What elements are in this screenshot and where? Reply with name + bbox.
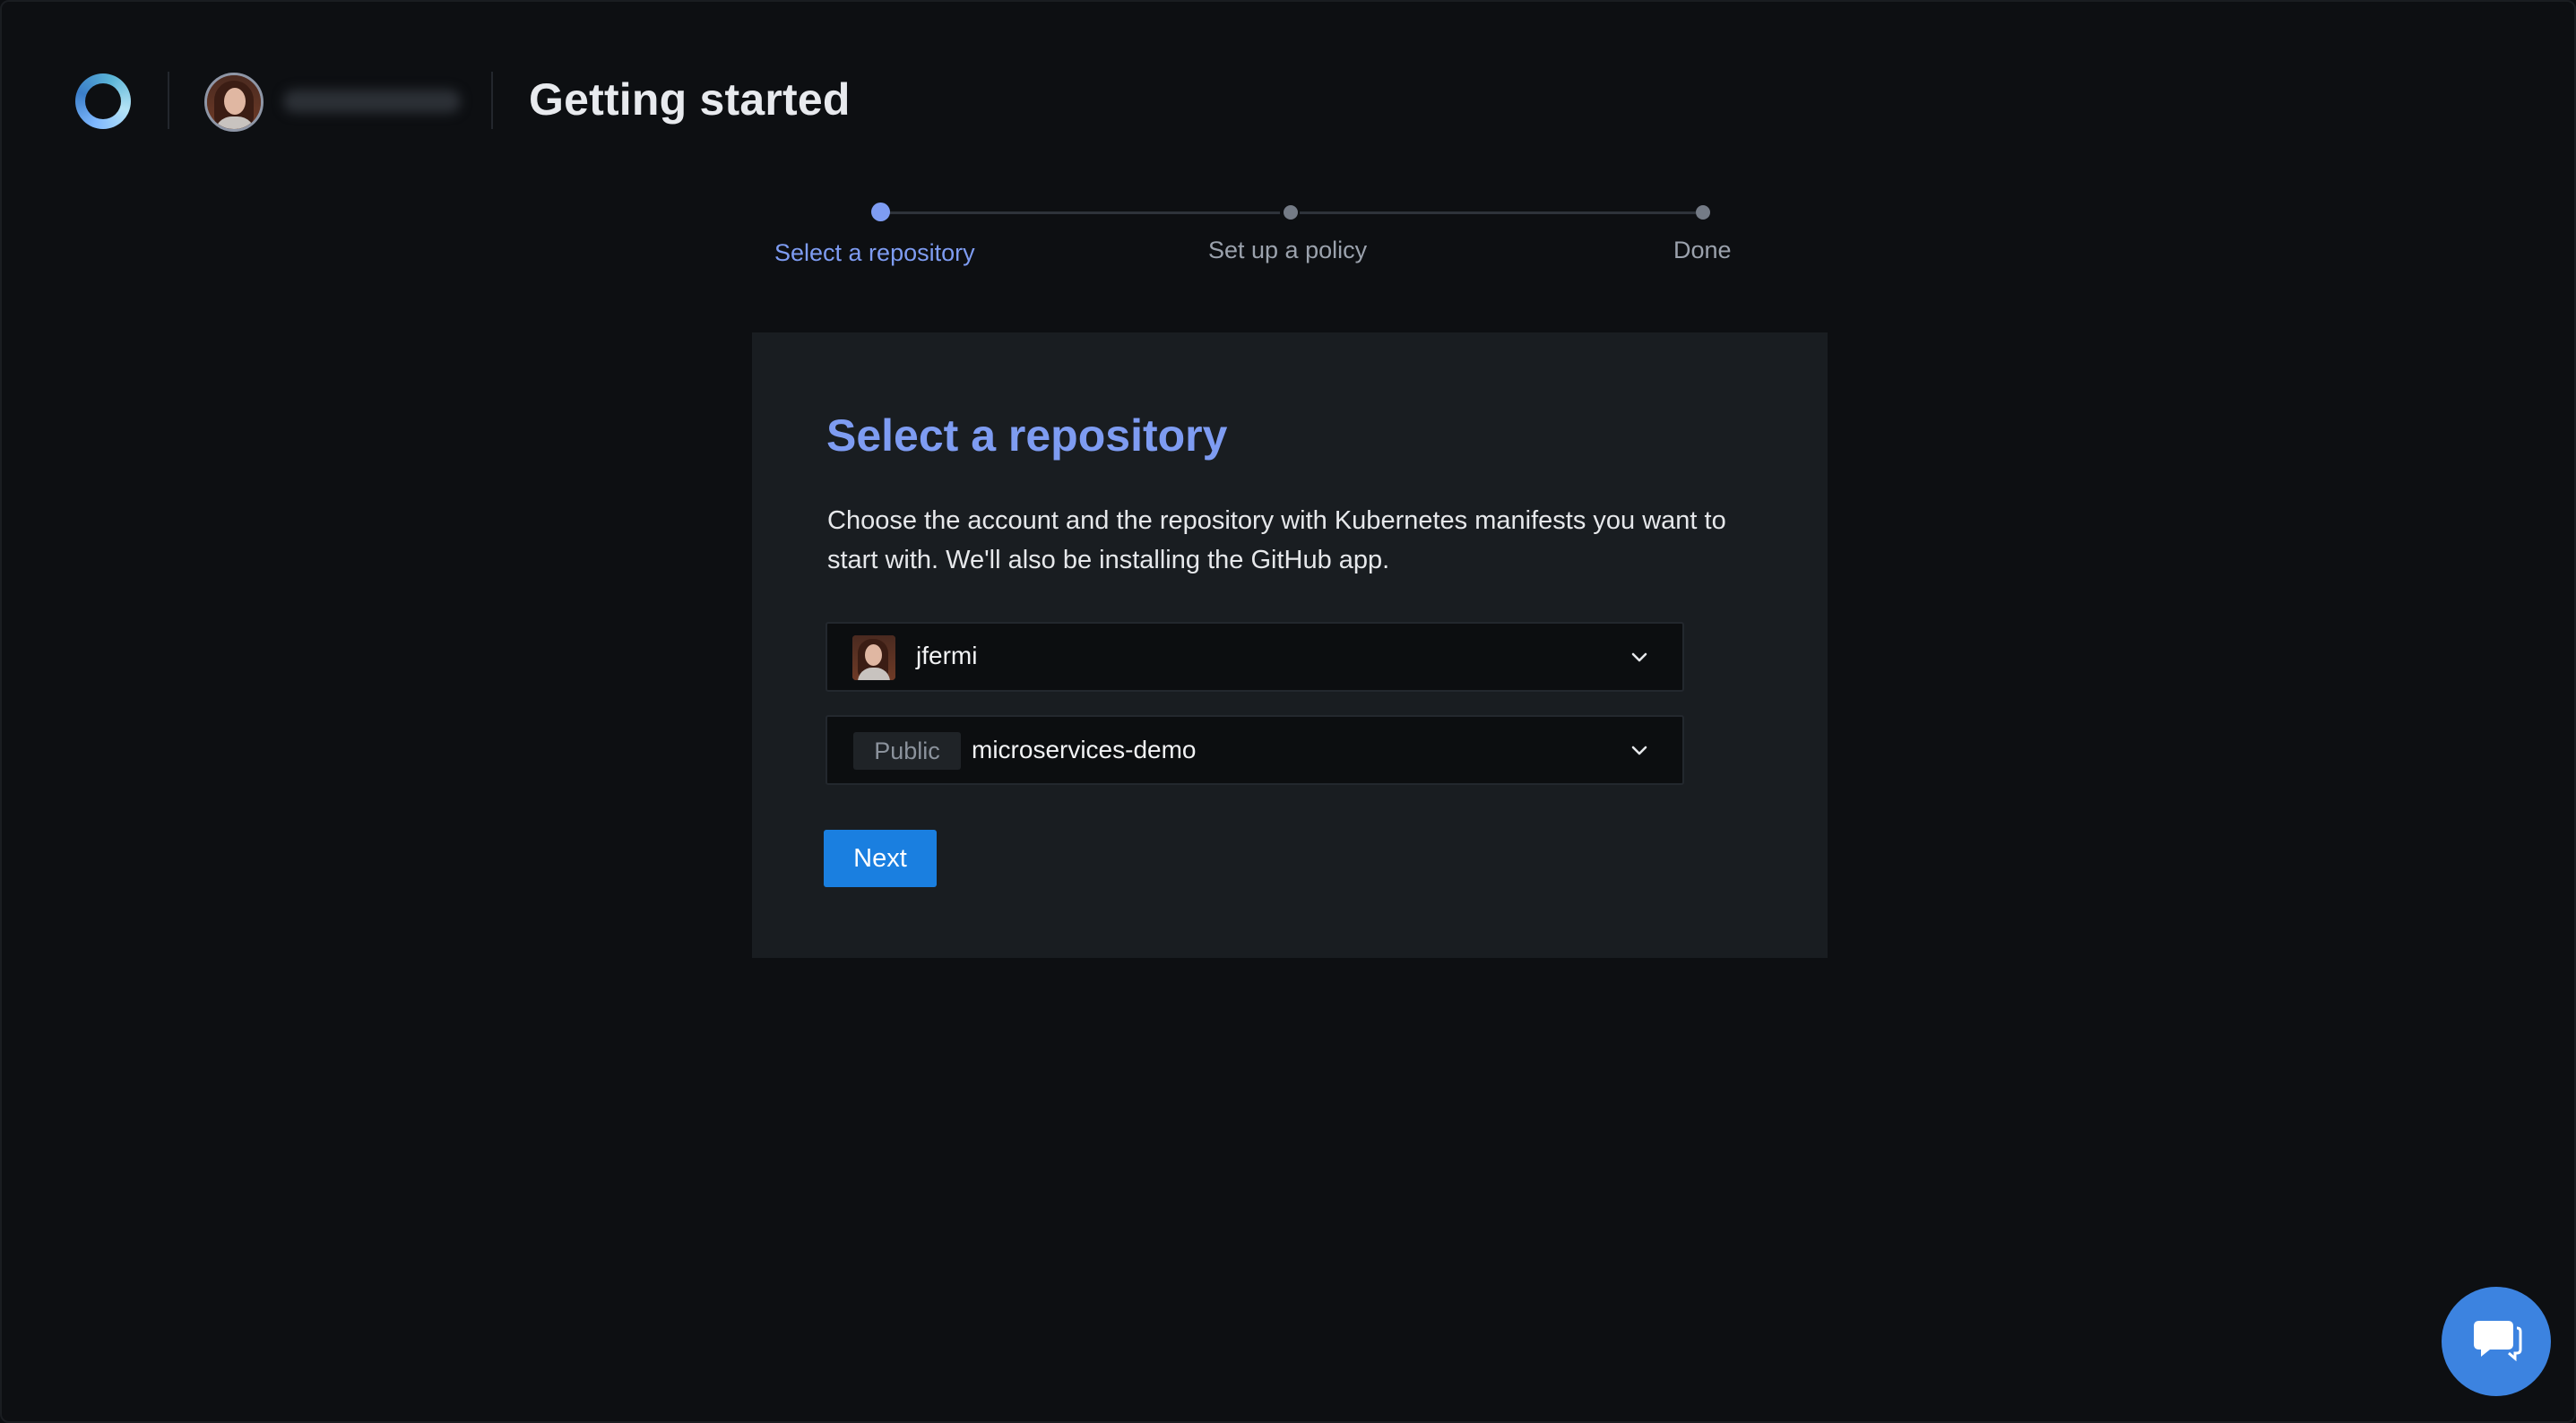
account-select-value: jfermi (916, 642, 978, 669)
top-header: Getting started (2, 2, 2574, 199)
repository-select[interactable]: Public microservices-demo (826, 715, 1684, 785)
step-dot-select-repository (871, 203, 890, 221)
card-title: Select a repository (826, 410, 1228, 461)
header-divider (168, 72, 169, 129)
step-label-set-up-policy: Set up a policy (1208, 237, 1368, 263)
chat-bubble-icon (2474, 1321, 2522, 1362)
visibility-badge: Public (853, 732, 961, 770)
next-button[interactable]: Next (824, 830, 937, 887)
redacted-username (283, 90, 461, 113)
step-dot-done (1696, 205, 1710, 220)
repository-select-value: microservices-demo (972, 736, 1197, 763)
step-label-done: Done (1673, 237, 1732, 263)
step-label-select-repository: Select a repository (774, 239, 975, 266)
step-connector (1300, 211, 1696, 214)
step-connector (889, 211, 1280, 214)
user-avatar[interactable] (204, 73, 264, 132)
ring-logo-icon[interactable] (75, 73, 131, 129)
chevron-down-icon (1631, 746, 1647, 755)
select-repository-card: Select a repository Choose the account a… (752, 332, 1828, 958)
progress-stepper: Select a repository Set up a policy Done (2, 194, 2574, 275)
account-select[interactable]: jfermi (826, 622, 1684, 692)
card-description: Choose the account and the repository wi… (827, 506, 1726, 574)
chevron-down-icon (1631, 652, 1647, 662)
page-title: Getting started (529, 74, 851, 125)
account-avatar (852, 635, 895, 680)
app-window: Getting started Select a repository Set … (0, 0, 2576, 1423)
header-divider (491, 72, 493, 129)
step-dot-set-up-policy (1284, 205, 1298, 220)
chat-launcher-button[interactable] (2442, 1287, 2551, 1396)
